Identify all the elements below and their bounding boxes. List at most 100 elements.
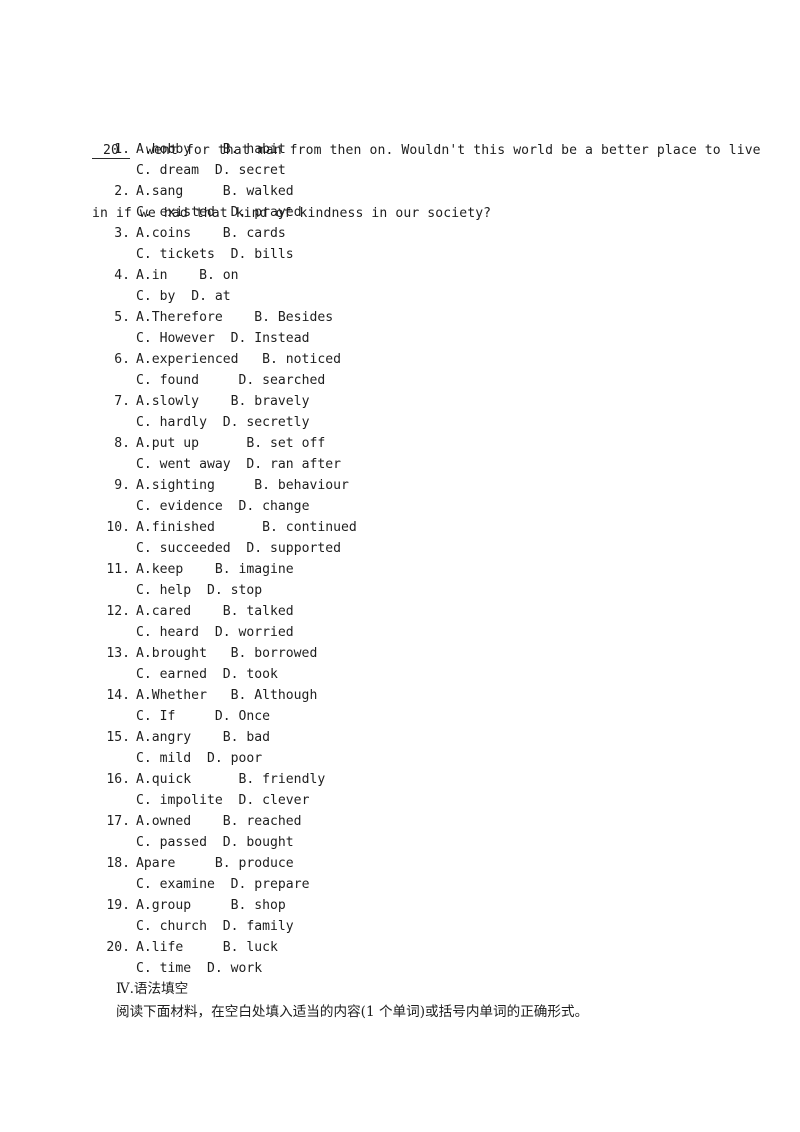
cloze-option-b[interactable]: B. imagine xyxy=(215,562,294,577)
cloze-row-ab: 20. A.life B. luck xyxy=(92,937,732,958)
cloze-option-c[interactable]: C. mild xyxy=(136,748,191,769)
cloze-option-d[interactable]: D. work xyxy=(207,961,262,976)
cloze-option-b[interactable]: B. borrowed xyxy=(231,646,318,661)
cloze-option-b[interactable]: B. reached xyxy=(223,814,302,829)
cloze-option-a[interactable]: A.in xyxy=(136,265,168,286)
cloze-option-c[interactable]: C. earned xyxy=(136,664,207,685)
cloze-option-c[interactable]: C. help xyxy=(136,580,191,601)
cloze-option-c[interactable]: C. went away xyxy=(136,454,231,475)
cloze-item: 3. A.coins B. cards C. tickets D. bills xyxy=(92,223,732,265)
cloze-option-b[interactable]: B. behaviour xyxy=(254,478,349,493)
cloze-option-d[interactable]: D. Once xyxy=(215,709,270,724)
cloze-option-c[interactable]: C. succeeded xyxy=(136,538,231,559)
cloze-option-b[interactable]: B. on xyxy=(199,268,238,283)
cloze-option-a[interactable]: A.Whether xyxy=(136,685,207,706)
cloze-option-b[interactable]: B. talked xyxy=(223,604,294,619)
cloze-option-b[interactable]: B. luck xyxy=(223,940,278,955)
cloze-row-cd: C. evidence D. change xyxy=(92,496,732,517)
cloze-option-b[interactable]: B. shop xyxy=(231,898,286,913)
cloze-number: 7. xyxy=(114,394,130,409)
cloze-option-c[interactable]: C. tickets xyxy=(136,244,215,265)
cloze-option-d[interactable]: D. ran after xyxy=(246,457,341,472)
cloze-option-d[interactable]: D. bills xyxy=(231,247,294,262)
cloze-row-indent xyxy=(92,496,136,517)
cloze-option-b[interactable]: B. friendly xyxy=(239,772,326,787)
cloze-option-d[interactable]: D. stop xyxy=(207,583,262,598)
cloze-option-a[interactable]: A.put up xyxy=(136,433,199,454)
cloze-option-d[interactable]: D. family xyxy=(223,919,294,934)
cloze-option-a[interactable]: A.sang xyxy=(136,181,183,202)
cloze-option-a[interactable]: A.group xyxy=(136,895,191,916)
cloze-option-a[interactable]: A.Therefore xyxy=(136,307,223,328)
cloze-option-c[interactable]: C. hardly xyxy=(136,412,207,433)
cloze-option-d[interactable]: D. change xyxy=(239,499,310,514)
cloze-gap-ab xyxy=(168,268,200,283)
cloze-option-b[interactable]: B. cards xyxy=(223,226,286,241)
cloze-option-b[interactable]: B. bravely xyxy=(231,394,310,409)
cloze-option-b[interactable]: B. produce xyxy=(215,856,294,871)
cloze-row-indent xyxy=(92,328,136,349)
cloze-row-cd: C. tickets D. bills xyxy=(92,244,732,265)
cloze-row-cd: C. If D. Once xyxy=(92,706,732,727)
cloze-option-d[interactable]: D. supported xyxy=(246,541,341,556)
cloze-option-a[interactable]: A.angry xyxy=(136,727,191,748)
cloze-row-indent xyxy=(92,412,136,433)
cloze-option-c[interactable]: C. time xyxy=(136,958,191,979)
cloze-option-a[interactable]: A.slowly xyxy=(136,391,199,412)
cloze-option-d[interactable]: D. took xyxy=(223,667,278,682)
cloze-option-a[interactable]: A.finished xyxy=(136,517,215,538)
cloze-gap-cd xyxy=(191,751,207,766)
cloze-item: 12. A.cared B. talked C. heard D. worried xyxy=(92,601,732,643)
cloze-option-a[interactable]: A.quick xyxy=(136,769,191,790)
cloze-option-a[interactable]: A.hobby xyxy=(136,139,191,160)
cloze-option-b[interactable]: B. set off xyxy=(246,436,325,451)
cloze-option-c[interactable]: C. heard xyxy=(136,622,199,643)
cloze-option-c[interactable]: C. existed xyxy=(136,202,215,223)
cloze-option-d[interactable]: D. secretly xyxy=(223,415,310,430)
cloze-option-c[interactable]: C. found xyxy=(136,370,199,391)
cloze-option-c[interactable]: C. by xyxy=(136,286,175,307)
cloze-option-b[interactable]: B. habit xyxy=(223,142,286,157)
cloze-gap-cd xyxy=(199,625,215,640)
cloze-option-b[interactable]: B. continued xyxy=(262,520,357,535)
cloze-option-c[interactable]: C. If xyxy=(136,706,175,727)
cloze-option-b[interactable]: B. Besides xyxy=(254,310,333,325)
cloze-option-d[interactable]: D. bought xyxy=(223,835,294,850)
cloze-option-c[interactable]: C. church xyxy=(136,916,207,937)
cloze-option-a[interactable]: A.owned xyxy=(136,811,191,832)
cloze-option-a[interactable]: A.coins xyxy=(136,223,191,244)
cloze-gap-ab xyxy=(175,856,214,871)
cloze-row-indent xyxy=(92,286,136,307)
cloze-option-d[interactable]: D. at xyxy=(191,289,230,304)
cloze-option-b[interactable]: B. noticed xyxy=(262,352,341,367)
cloze-option-d[interactable]: D. worried xyxy=(215,625,294,640)
cloze-option-d[interactable]: D. poor xyxy=(207,751,262,766)
cloze-gap-ab xyxy=(191,142,223,157)
cloze-option-a[interactable]: A.sighting xyxy=(136,475,215,496)
cloze-item: 6. A.experienced B. noticed C. found D. s… xyxy=(92,349,732,391)
cloze-option-d[interactable]: D. clever xyxy=(239,793,310,808)
cloze-option-d[interactable]: D. searched xyxy=(239,373,326,388)
cloze-option-c[interactable]: C. impolite xyxy=(136,790,223,811)
cloze-option-a[interactable]: A.experienced xyxy=(136,349,238,370)
cloze-row-indent xyxy=(92,832,136,853)
cloze-option-c[interactable]: C. dream xyxy=(136,160,199,181)
cloze-option-a[interactable]: A.brought xyxy=(136,643,207,664)
cloze-option-a[interactable]: A.cared xyxy=(136,601,191,622)
cloze-option-c[interactable]: C. evidence xyxy=(136,496,223,517)
cloze-option-c[interactable]: C. examine xyxy=(136,874,215,895)
cloze-option-c[interactable]: C. passed xyxy=(136,832,207,853)
cloze-option-d[interactable]: D. prayed xyxy=(231,205,302,220)
cloze-option-a[interactable]: A.life xyxy=(136,937,183,958)
cloze-option-a[interactable]: Apare xyxy=(136,853,175,874)
cloze-number: 19. xyxy=(106,898,130,913)
cloze-option-d[interactable]: D. secret xyxy=(215,163,286,178)
cloze-option-c[interactable]: C. However xyxy=(136,328,215,349)
cloze-option-b[interactable]: B. Although xyxy=(231,688,318,703)
cloze-row-indent xyxy=(92,664,136,685)
cloze-option-d[interactable]: D. prepare xyxy=(231,877,310,892)
cloze-option-d[interactable]: D. Instead xyxy=(231,331,310,346)
cloze-option-b[interactable]: B. bad xyxy=(223,730,270,745)
cloze-option-b[interactable]: B. walked xyxy=(223,184,294,199)
cloze-option-a[interactable]: A.keep xyxy=(136,559,183,580)
